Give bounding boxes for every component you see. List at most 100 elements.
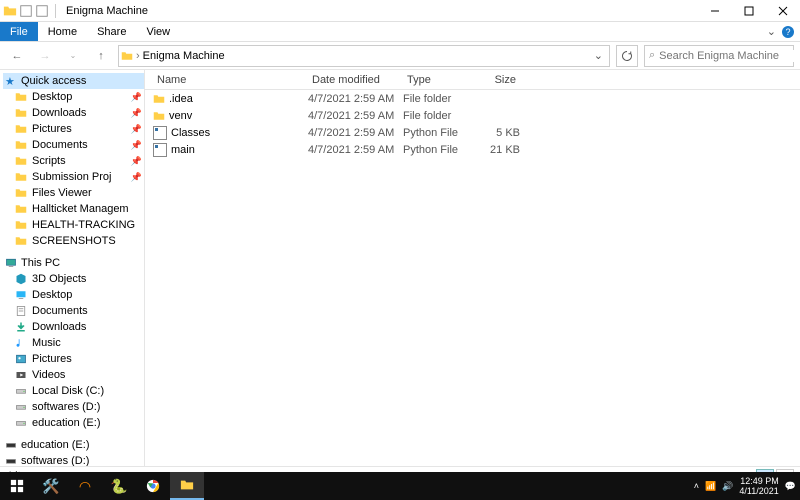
titlebar: Enigma Machine	[0, 0, 800, 22]
sidebar-item[interactable]: softwares (D:)	[3, 399, 144, 415]
sidebar: ★ Quick access Desktop📌Downloads📌Picture…	[0, 70, 145, 466]
pin-icon: 📌	[131, 92, 142, 103]
sidebar-item[interactable]: 3D Objects	[3, 271, 144, 287]
taskbar-app-1[interactable]: 🛠️	[34, 472, 68, 500]
minimize-button[interactable]	[698, 0, 732, 22]
file-type: Python File	[403, 144, 475, 156]
sidebar-item[interactable]: HEALTH-TRACKING	[3, 217, 144, 233]
qat-dropdown-icon[interactable]	[35, 4, 49, 18]
tray-chevron-icon[interactable]: ˄	[694, 481, 699, 491]
column-name[interactable]: Name	[153, 74, 308, 86]
search-input[interactable]	[659, 50, 800, 62]
sidebar-quick-access[interactable]: ★ Quick access	[3, 73, 144, 89]
sidebar-item[interactable]: education (E:)	[3, 415, 144, 431]
sidebar-item-label: Videos	[32, 369, 65, 381]
column-size[interactable]: Size	[475, 74, 520, 86]
sidebar-item[interactable]: Documents	[3, 303, 144, 319]
tab-file[interactable]: File	[0, 22, 38, 41]
sidebar-item-label: education (E:)	[21, 439, 89, 451]
sidebar-item[interactable]: Files Viewer	[3, 185, 144, 201]
pin-icon: 📌	[131, 172, 142, 183]
file-row[interactable]: .idea4/7/2021 2:59 AMFile folder	[153, 90, 800, 107]
clock[interactable]: 12:49 PM 4/11/2021	[739, 476, 778, 496]
file-date: 4/7/2021 2:59 AM	[308, 93, 403, 105]
column-date[interactable]: Date modified	[308, 74, 403, 86]
qat-dropdown-icon[interactable]	[19, 4, 33, 18]
chevron-down-icon[interactable]: ⌄	[590, 49, 607, 62]
recent-dropdown[interactable]: ⌄	[62, 45, 84, 67]
sidebar-item[interactable]: Videos	[3, 367, 144, 383]
taskbar-app-3[interactable]: 🐍	[102, 472, 136, 500]
sidebar-item[interactable]: Desktop	[3, 287, 144, 303]
doc-icon	[15, 305, 27, 317]
sidebar-item-label: Documents	[32, 139, 88, 151]
up-button[interactable]: ↑	[90, 45, 112, 67]
folder-icon	[15, 203, 27, 215]
wifi-icon[interactable]: 📶	[705, 481, 716, 492]
search-box[interactable]: ⌕	[644, 45, 794, 67]
sidebar-item[interactable]: Hallticket Managem	[3, 201, 144, 217]
file-row[interactable]: venv4/7/2021 2:59 AMFile folder	[153, 107, 800, 124]
taskbar-explorer[interactable]	[170, 472, 204, 500]
folder-icon	[15, 123, 27, 135]
help-icon[interactable]: ?	[782, 26, 794, 38]
start-button[interactable]	[0, 472, 34, 500]
back-button[interactable]: ←	[6, 45, 28, 67]
system-tray: ˄ 📶 🔊 12:49 PM 4/11/2021 💬	[690, 476, 800, 496]
refresh-button[interactable]	[616, 45, 638, 67]
sidebar-item[interactable]: Pictures📌	[3, 121, 144, 137]
file-list-panel: Name Date modified Type Size .idea4/7/20…	[145, 70, 800, 466]
sidebar-item-label: Desktop	[32, 289, 72, 301]
drive-icon	[15, 417, 27, 429]
column-type[interactable]: Type	[403, 74, 475, 86]
sidebar-item[interactable]: Desktop 📌	[3, 89, 144, 105]
3d-icon	[15, 273, 27, 285]
sidebar-item-label: Pictures	[32, 353, 72, 365]
folder-icon	[15, 187, 27, 199]
sidebar-drive[interactable]: education (E:)	[3, 437, 144, 453]
folder-icon	[3, 4, 17, 18]
drive-icon	[15, 385, 27, 397]
volume-icon[interactable]: 🔊	[722, 481, 733, 492]
sidebar-item[interactable]: Pictures	[3, 351, 144, 367]
sidebar-item[interactable]: Downloads	[3, 319, 144, 335]
sidebar-drive[interactable]: softwares (D:)	[3, 453, 144, 466]
sidebar-item-label: Desktop	[32, 91, 72, 103]
pc-icon	[5, 257, 17, 269]
tab-share[interactable]: Share	[87, 22, 136, 41]
breadcrumb-segment[interactable]: Enigma Machine	[143, 50, 225, 62]
folder-icon	[15, 235, 27, 247]
tab-home[interactable]: Home	[38, 22, 87, 41]
maximize-button[interactable]	[732, 0, 766, 22]
taskbar-chrome[interactable]	[136, 472, 170, 500]
sidebar-item[interactable]: Submission Proj📌	[3, 169, 144, 185]
sidebar-item[interactable]: Scripts📌	[3, 153, 144, 169]
sidebar-label: This PC	[21, 257, 60, 269]
notifications-icon[interactable]: 💬	[785, 481, 796, 492]
sidebar-item-label: Documents	[32, 305, 88, 317]
drive-icon	[15, 401, 27, 413]
tab-view[interactable]: View	[136, 22, 180, 41]
taskbar-app-2[interactable]: ◠	[68, 472, 102, 500]
breadcrumb[interactable]: › Enigma Machine ⌄	[118, 45, 610, 67]
file-size: 5 KB	[475, 127, 520, 139]
sidebar-item[interactable]: Downloads📌	[3, 105, 144, 121]
sidebar-item[interactable]: Local Disk (C:)	[3, 383, 144, 399]
search-icon: ⌕	[649, 49, 655, 62]
sidebar-item[interactable]: SCREENSHOTS	[3, 233, 144, 249]
chevron-down-icon[interactable]: ⌄	[767, 25, 776, 38]
file-name: Classes	[171, 127, 210, 139]
file-row[interactable]: main4/7/2021 2:59 AMPython File21 KB	[153, 141, 800, 158]
close-button[interactable]	[766, 0, 800, 22]
sidebar-item[interactable]: Music	[3, 335, 144, 351]
file-date: 4/7/2021 2:59 AM	[308, 110, 403, 122]
file-row[interactable]: Classes4/7/2021 2:59 AMPython File5 KB	[153, 124, 800, 141]
file-date: 4/7/2021 2:59 AM	[308, 144, 403, 156]
sidebar-item-label: Music	[32, 337, 61, 349]
folder-icon	[153, 110, 165, 122]
sidebar-item-label: Hallticket Managem	[32, 203, 129, 215]
sidebar-item[interactable]: Documents📌	[3, 137, 144, 153]
sidebar-this-pc[interactable]: This PC	[3, 255, 144, 271]
sidebar-item-label: Downloads	[32, 107, 86, 119]
forward-button[interactable]: →	[34, 45, 56, 67]
